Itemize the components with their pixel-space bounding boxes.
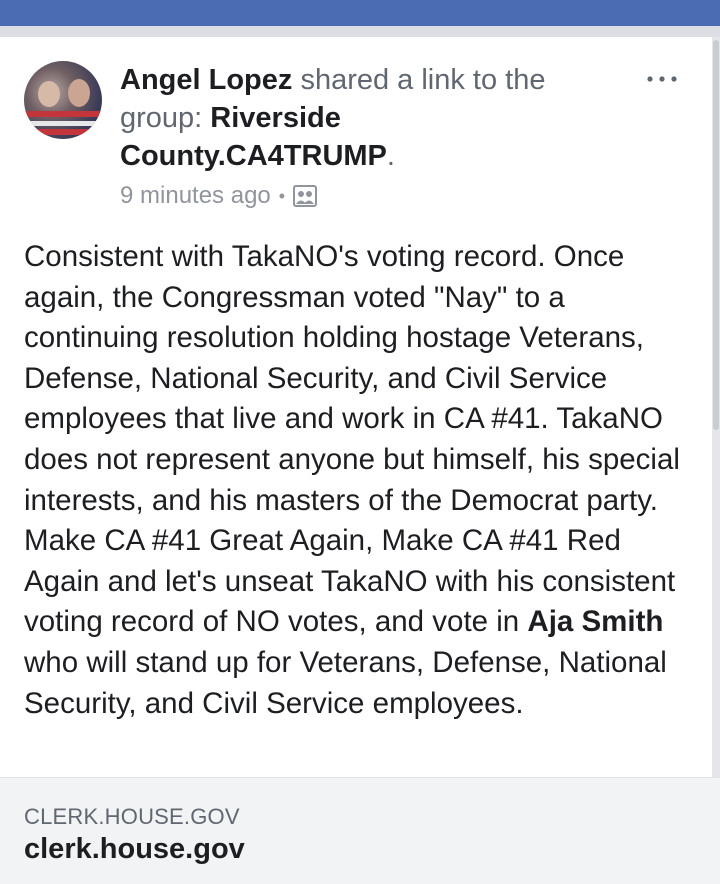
feed-post: Angel Lopez shared a link to the group: … (0, 37, 712, 777)
post-timestamp[interactable]: 9 minutes ago (120, 181, 271, 211)
group-icon (293, 185, 318, 207)
post-header: Angel Lopez shared a link to the group: … (120, 61, 620, 175)
post-body: Consistent with TakaNO's voting record. … (24, 237, 700, 724)
post-body-text: Consistent with TakaNO's voting record. … (24, 240, 680, 639)
feed-separator (0, 26, 720, 37)
avatar-flag-stripe (24, 121, 102, 126)
scrollbar-thumb[interactable] (713, 40, 719, 430)
avatar-face-right (68, 79, 90, 107)
avatar-flag-stripe (24, 111, 102, 117)
link-title[interactable]: clerk.house.gov (24, 833, 245, 866)
avatar-flag-stripe (24, 129, 102, 135)
more-options-button[interactable] (642, 67, 682, 91)
post-body-text-end: who will stand up for Veterans, Defense,… (24, 645, 667, 720)
author-avatar[interactable] (24, 61, 102, 139)
group-suffix: . (386, 140, 395, 172)
post-meta: 9 minutes ago • (120, 181, 318, 211)
link-domain: CLERK.HOUSE.GOV (24, 804, 240, 829)
author-name[interactable]: Angel Lopez (120, 64, 292, 96)
meta-separator: • (278, 186, 286, 206)
app-top-bar (0, 0, 720, 26)
link-preview-card[interactable]: CLERK.HOUSE.GOV clerk.house.gov (0, 777, 720, 884)
mentioned-person-link[interactable]: Aja Smith (527, 605, 663, 638)
more-options-icon (647, 76, 677, 82)
avatar-face-left (38, 81, 60, 107)
